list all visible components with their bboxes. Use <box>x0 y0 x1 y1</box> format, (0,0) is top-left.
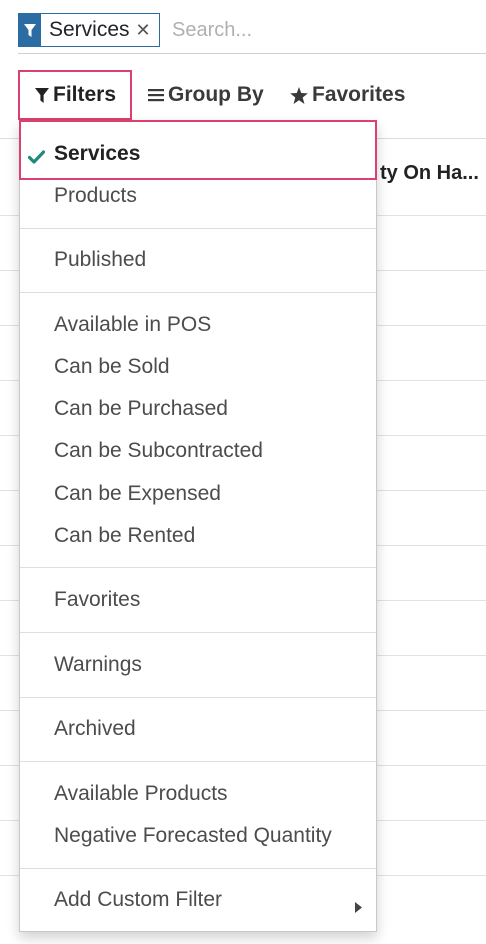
filter-option-label: Can be Sold <box>54 355 170 378</box>
filter-option-can-be-expensed[interactable]: Can be Expensed <box>20 474 376 514</box>
filter-option-can-be-purchased[interactable]: Can be Purchased <box>20 389 376 429</box>
filter-icon <box>35 87 49 103</box>
close-icon[interactable]: ✕ <box>136 14 159 46</box>
menu-divider <box>20 868 376 869</box>
favorites-button[interactable]: Favorites <box>290 70 405 120</box>
filter-option-label: Available Products <box>54 782 228 805</box>
menu-divider <box>20 697 376 698</box>
filter-option-services[interactable]: Services <box>20 134 376 174</box>
filter-option-label: Can be Subcontracted <box>54 439 263 462</box>
filter-option-label: Archived <box>54 717 136 740</box>
filter-option-label: Products <box>54 184 137 207</box>
filter-option-can-be-sold[interactable]: Can be Sold <box>20 347 376 387</box>
filter-option-label: Favorites <box>54 588 141 611</box>
group-by-label: Group By <box>168 83 264 106</box>
filter-option-negative-forecasted-quantity[interactable]: Negative Forecasted Quantity <box>20 816 376 856</box>
menu-divider <box>20 761 376 762</box>
filter-option-can-be-rented[interactable]: Can be Rented <box>20 516 376 556</box>
caret-right-icon <box>355 895 362 919</box>
filters-dropdown-menu: Services Products Published Available in… <box>19 120 377 932</box>
filter-option-label: Can be Rented <box>54 524 196 547</box>
filter-option-available-in-pos[interactable]: Available in POS <box>20 305 376 345</box>
group-by-button[interactable]: Group By <box>148 70 264 120</box>
filter-icon <box>19 14 41 46</box>
filter-option-label: Services <box>54 142 141 165</box>
menu-divider <box>20 632 376 633</box>
filter-option-label: Published <box>54 248 147 271</box>
list-column-header[interactable]: ty On Ha... <box>380 162 479 185</box>
add-custom-filter-item[interactable]: Add Custom Filter <box>20 880 376 920</box>
check-icon <box>27 146 46 170</box>
menu-divider <box>20 292 376 293</box>
bars-icon <box>148 88 164 102</box>
filter-option-can-be-subcontracted[interactable]: Can be Subcontracted <box>20 431 376 471</box>
search-underline <box>18 53 486 54</box>
menu-divider <box>20 228 376 229</box>
filter-option-label: Available in POS <box>54 313 212 336</box>
filter-option-warnings[interactable]: Warnings <box>20 645 376 685</box>
facet-label: Services <box>49 18 130 41</box>
filter-option-label: Negative Forecasted Quantity <box>54 824 332 847</box>
favorites-label: Favorites <box>312 83 406 106</box>
filter-option-products[interactable]: Products <box>20 176 376 216</box>
filter-option-label: Add Custom Filter <box>54 888 223 911</box>
filter-option-label: Can be Purchased <box>54 397 228 420</box>
filter-option-archived[interactable]: Archived <box>20 709 376 749</box>
search-facet-services[interactable]: Services ✕ <box>18 13 160 47</box>
filter-option-label: Can be Expensed <box>54 482 221 505</box>
star-icon <box>290 86 308 104</box>
filter-option-available-products[interactable]: Available Products <box>20 774 376 814</box>
filters-button[interactable]: Filters <box>18 70 132 120</box>
filter-option-label: Warnings <box>54 653 142 676</box>
filter-option-favorites[interactable]: Favorites <box>20 580 376 620</box>
filters-label: Filters <box>53 83 117 106</box>
filter-option-published[interactable]: Published <box>20 240 376 280</box>
menu-divider <box>20 567 376 568</box>
search-input[interactable] <box>172 13 472 47</box>
